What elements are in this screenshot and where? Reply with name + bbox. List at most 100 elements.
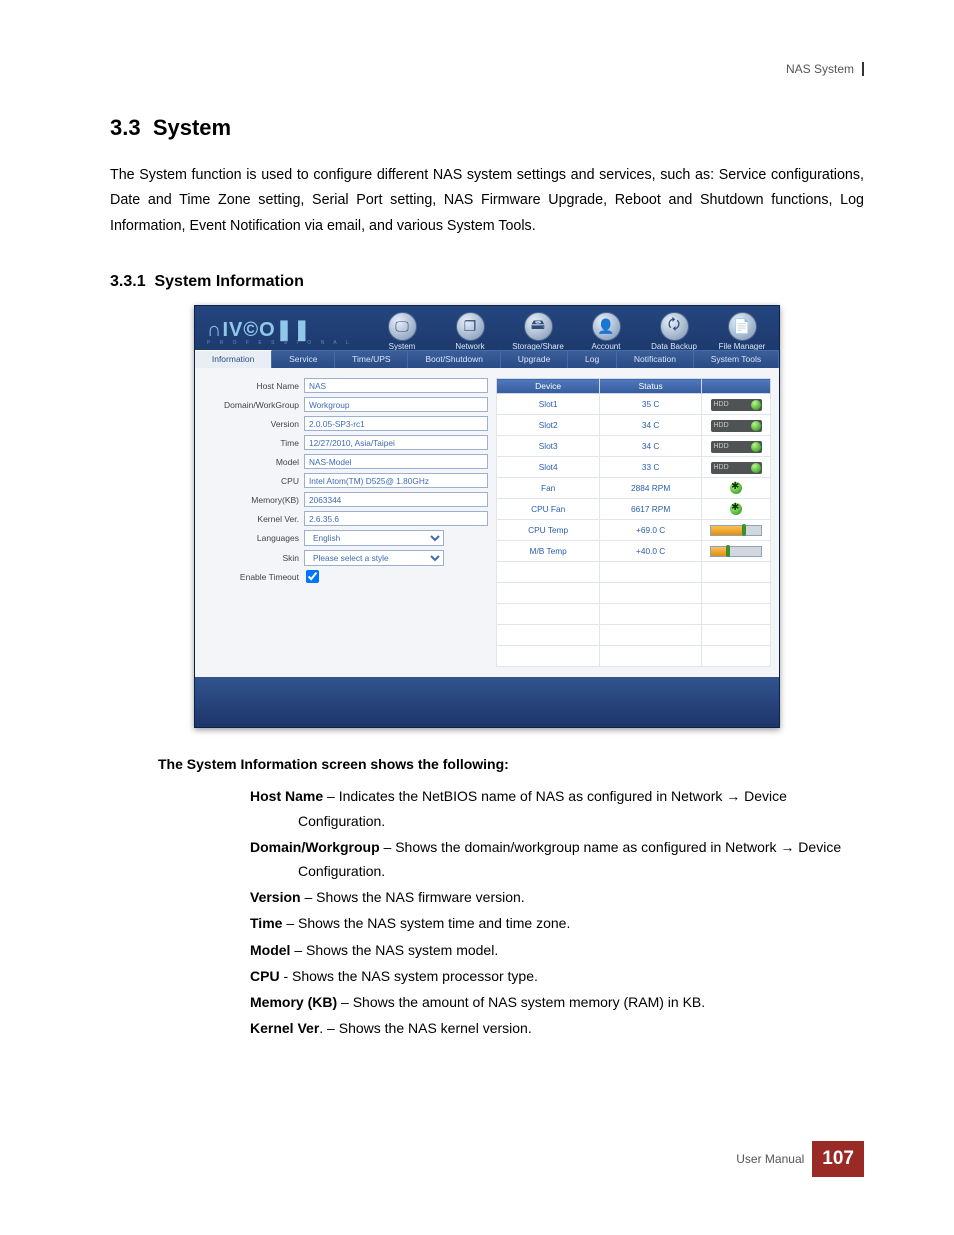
nav-backup[interactable]: 🗘Data Backup [642,312,706,351]
status-indicator-cell [702,520,771,541]
status-row: Slot334 CHDD [497,436,771,457]
status-device: Slot3 [497,436,600,457]
status-value: 33 C [600,457,702,478]
status-panel: Device Status Slot135 CHDDSlot234 CHDDSl… [496,378,771,667]
status-row-empty [497,583,771,604]
tab-notification[interactable]: Notification [617,350,694,368]
description-item: Host Name – Indicates the NetBIOS name o… [190,784,864,832]
logo: ∩IV©O❚❚ P R O F E S S I O N A L [207,317,367,346]
section-title-text: System [153,115,231,140]
system-icon: 🖵 [388,312,417,341]
main-panels: Host NameNAS Domain/WorkGroupWorkgroup V… [195,368,779,677]
status-indicator-cell: HDD [702,457,771,478]
timeout-checkbox[interactable] [306,570,319,583]
version-label: Version [203,419,304,429]
cpu-value: Intel Atom(TM) D525@ 1.80GHz [304,473,488,488]
status-ok-icon [751,421,761,431]
skin-select[interactable]: Please select a style [304,550,444,566]
fan-status-icon [730,503,742,515]
status-device: M/B Temp [497,541,600,562]
status-ok-icon [751,463,761,473]
description-item: Domain/Workgroup – Shows the domain/work… [190,835,864,883]
page-number: 107 [812,1141,864,1177]
nav-account[interactable]: 👤Account [574,312,638,351]
languages-select[interactable]: English [304,530,444,546]
time-label: Time [203,438,304,448]
domain-label: Domain/WorkGroup [203,400,304,410]
nav-filemgr[interactable]: 📄File Manager [710,312,774,351]
description-term: Model [250,942,290,958]
memory-value: 2063344 [304,492,488,507]
status-value: 34 C [600,415,702,436]
status-table: Device Status Slot135 CHDDSlot234 CHDDSl… [496,378,771,667]
nav-icon-row: 🖵System❐Network🖴Storage/Share👤Account🗘Da… [370,312,774,351]
status-row: M/B Temp+40.0 C [497,541,771,562]
footer-label: User Manual [736,1152,804,1166]
description-item: Kernel Ver. – Shows the NAS kernel versi… [190,1016,864,1040]
filemgr-icon: 📄 [728,312,757,341]
skin-label: Skin [203,553,304,563]
nav-network[interactable]: ❐Network [438,312,502,351]
tab-timeups[interactable]: Time/UPS [335,350,408,368]
hdd-status-pill: HDD [711,420,762,432]
description-text: Indicates the NetBIOS name of NAS as con… [298,788,787,828]
status-th-device: Device [497,379,600,394]
tab-systemtools[interactable]: System Tools [694,350,779,368]
account-icon: 👤 [592,312,621,341]
subsection-heading: 3.3.1 System Information [110,273,864,291]
timeout-label: Enable Timeout [203,572,304,582]
description-text: Shows the NAS system processor type. [292,968,538,984]
tab-upgrade[interactable]: Upgrade [501,350,568,368]
status-value: 35 C [600,394,702,415]
status-indicator-cell [702,541,771,562]
tab-information[interactable]: Information [195,350,272,368]
description-item: Memory (KB) – Shows the amount of NAS sy… [190,990,864,1014]
status-ok-icon [751,442,761,452]
nav-system[interactable]: 🖵System [370,312,434,351]
status-device: Fan [497,478,600,499]
status-row-empty [497,646,771,667]
status-row-empty [497,562,771,583]
status-value: 34 C [600,436,702,457]
status-row: Slot433 C HDD [497,457,771,478]
hdd-status-pill: HDD [711,462,762,474]
fan-status-icon [730,482,742,494]
hostname-label: Host Name [203,381,304,391]
tab-service[interactable]: Service [272,350,335,368]
description-text: Shows the amount of NAS system memory (R… [353,994,705,1010]
kernel-label: Kernel Ver. [203,514,304,524]
description-term: Version [250,889,301,905]
memory-label: Memory(KB) [203,495,304,505]
status-row: Fan2884 RPM [497,478,771,499]
logo-text: ∩IV©O❚❚ [207,319,311,341]
version-value: 2.0.05-SP3-rc1 [304,416,488,431]
cpu-label: CPU [203,476,304,486]
status-row: Slot234 C HDD [497,415,771,436]
status-value: +69.0 C [600,520,702,541]
info-form: Host NameNAS Domain/WorkGroupWorkgroup V… [203,378,488,667]
temp-bar [710,546,762,557]
subsection-title-text: System Information [154,273,303,290]
status-value: 2884 RPM [600,478,702,499]
domain-value[interactable]: Workgroup [304,397,488,412]
description-text: Shows the domain/workgroup name as confi… [298,839,841,879]
status-device: Slot2 [497,415,600,436]
nas-ui-screenshot: ∩IV©O❚❚ P R O F E S S I O N A L 🖵System❐… [194,305,780,728]
page-footer: User Manual 107 [736,1141,864,1177]
network-icon: ❐ [456,312,485,341]
hostname-value[interactable]: NAS [304,378,488,393]
description-text: Shows the NAS system time and time zone. [298,915,570,931]
backup-icon: 🗘 [660,312,689,341]
description-item: Version – Shows the NAS firmware version… [190,885,864,909]
status-indicator-cell: HDD [702,394,771,415]
tab-log[interactable]: Log [568,350,617,368]
hdd-status-pill: HDD [711,399,762,411]
status-device: Slot4 [497,457,600,478]
status-th-status: Status [600,379,702,394]
status-row: CPU Fan6617 RPM [497,499,771,520]
description-heading: The System Information screen shows the … [158,756,864,772]
status-th-icon [702,379,771,394]
temp-bar [710,525,762,536]
tab-bootshutdown[interactable]: Boot/Shutdown [408,350,500,368]
nav-storage[interactable]: 🖴Storage/Share [506,312,570,351]
